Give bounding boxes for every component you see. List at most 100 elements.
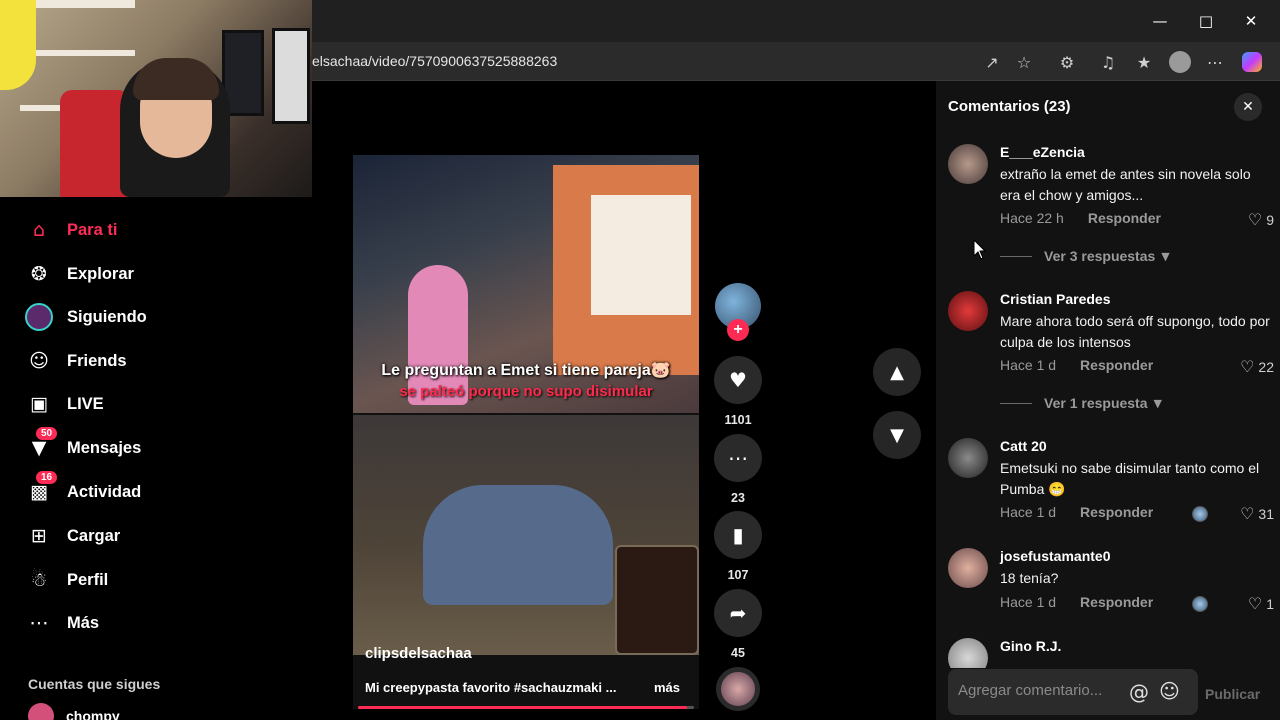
comment-user[interactable]: E___eZencia (1000, 144, 1085, 160)
close-icon[interactable]: ✕ (1228, 8, 1274, 34)
video-player[interactable]: Le preguntan a Emet si tiene pareja🐷 se … (353, 155, 699, 709)
avatar[interactable] (948, 548, 988, 588)
more-dots-icon: ⋯ (29, 612, 49, 634)
like-count: 1101 (724, 413, 752, 427)
video-author[interactable]: clipsdelsachaa (365, 645, 472, 662)
comment-like-count: 9 (1266, 211, 1274, 228)
compass-icon: ❂ (31, 263, 47, 285)
comment-user[interactable]: josefustamante0 (1000, 548, 1110, 564)
favorite-star-icon[interactable]: ☆ (1012, 50, 1036, 74)
following-header: Cuentas que sigues (28, 676, 161, 692)
comment-input[interactable] (958, 682, 1118, 699)
profile-avatar-icon[interactable] (1168, 50, 1192, 74)
live-tv-icon: ▣ (30, 393, 48, 415)
heart-outline-icon: ♡ (1240, 504, 1255, 523)
comment-like-count: 22 (1258, 358, 1274, 375)
sidebar-item-label: Actividad (67, 482, 142, 501)
comment-user[interactable]: Cristian Paredes (1000, 291, 1111, 307)
url-field[interactable]: elsachaa/video/7570900637525888263 (312, 53, 557, 69)
poster-frame (272, 28, 310, 124)
sidebar-item-para-ti[interactable]: ⌂ Para ti (24, 215, 117, 245)
view-replies-button[interactable]: Ver 1 respuesta ▼ (1000, 395, 1162, 411)
sidebar-item-label: Siguiendo (67, 307, 147, 326)
reply-button[interactable]: Responder (1080, 357, 1153, 373)
extensions-icon[interactable]: ⚙ (1055, 50, 1079, 74)
comment-like[interactable]: ♡ 9 (1248, 210, 1274, 229)
reply-button[interactable]: Responder (1080, 504, 1153, 520)
following-account[interactable]: chompy (28, 703, 120, 720)
reply-button[interactable]: Responder (1088, 210, 1161, 226)
avatar[interactable] (948, 144, 988, 184)
screen: — □ ✕ elsachaa/video/7570900637525888263… (0, 0, 1280, 720)
save-action[interactable]: ▮ 107 (714, 511, 762, 582)
chevron-up-icon: ▲ (890, 361, 904, 383)
heart-outline-icon: ♡ (1247, 210, 1263, 229)
maximize-icon[interactable]: □ (1183, 8, 1229, 34)
next-video-button[interactable]: ▼ (873, 411, 921, 459)
comment-text: Emetsuki no sabe disimular tanto como el… (1000, 460, 1260, 497)
sidebar-item-live[interactable]: ▣ LIVE (24, 389, 104, 419)
following-avatar-icon (24, 302, 54, 332)
comment-like-count: 31 (1258, 505, 1274, 522)
avatar[interactable] (948, 291, 988, 331)
comment-icon[interactable]: ⋯ (714, 434, 762, 482)
comment-text: 18 tenía? (1000, 570, 1059, 586)
chevron-down-icon: ▼ (890, 424, 904, 446)
more-button[interactable]: más (654, 680, 680, 695)
sidebar-item-siguiendo[interactable]: Siguiendo (24, 302, 147, 332)
avatar[interactable] (948, 438, 988, 478)
music-disc-icon[interactable] (716, 667, 760, 711)
streamer-hair (133, 58, 219, 100)
sidebar-item-explorar[interactable]: ❂ Explorar (24, 259, 134, 289)
sidebar-item-friends[interactable]: ☺ Friends (24, 346, 127, 376)
comment-user[interactable]: Gino R.J. (1000, 638, 1061, 654)
view-replies-label: Ver 1 respuesta (1044, 395, 1148, 411)
reply-button[interactable]: Responder (1080, 594, 1153, 610)
bookmark-icon[interactable]: ▮ (714, 511, 762, 559)
share-action[interactable]: ➦ 45 (714, 589, 762, 660)
post-button[interactable]: Publicar (1205, 686, 1260, 702)
comment-like[interactable]: ♡ 31 (1240, 504, 1274, 523)
video-progress-bar[interactable] (358, 706, 694, 709)
media-icon[interactable]: ♫ (1096, 50, 1120, 74)
follow-plus-icon[interactable]: + (727, 319, 749, 341)
comments-panel: Comentarios (23) ✕ E___eZencia extraño l… (936, 81, 1280, 720)
minimize-icon[interactable]: — (1137, 8, 1183, 34)
sidebar-item-actividad[interactable]: ▩ 16 Actividad (24, 471, 142, 507)
previous-video-button[interactable]: ▲ (873, 348, 921, 396)
sidebar-item-perfil[interactable]: ☃ Perfil (24, 565, 108, 595)
comment-item: josefustamante0 18 tenía? Hace 1 d Respo… (948, 548, 1274, 613)
webcam-overlay (0, 0, 312, 197)
inbox-icon: ▩ 16 (24, 471, 58, 507)
video-description: Mi creepypasta favorito #sachauzmaki ... (365, 680, 617, 695)
more-menu-icon[interactable]: ⋯ (1203, 50, 1227, 74)
view-replies-label: Ver 3 respuestas (1044, 248, 1156, 264)
comment-meta: Hace 1 d Responder (1000, 357, 1153, 373)
comment-count: 23 (731, 491, 745, 505)
mention-icon[interactable]: @ (1129, 680, 1149, 704)
comment-user[interactable]: Catt 20 (1000, 438, 1047, 454)
comment-action[interactable]: ⋯ 23 (714, 434, 762, 505)
activity-badge: 16 (36, 471, 58, 484)
sidebar-item-cargar[interactable]: ⊞ Cargar (24, 521, 120, 551)
comment-like[interactable]: ♡ 1 (1248, 594, 1274, 613)
open-external-icon[interactable]: ↗ (980, 50, 1004, 74)
chevron-down-icon: ▼ (1153, 396, 1162, 410)
share-icon[interactable]: ➦ (714, 589, 762, 637)
mouse-cursor-icon (973, 239, 987, 260)
heart-icon[interactable]: ♥ (714, 356, 762, 404)
view-replies-button[interactable]: Ver 3 respuestas ▼ (1000, 248, 1170, 264)
emoji-icon[interactable]: ☺ (1159, 679, 1180, 703)
messages-badge: 50 (36, 427, 58, 440)
avatar[interactable] (948, 638, 988, 668)
sidebar: ⌂ Para ti ❂ Explorar Siguiendo ☺ Friends… (0, 197, 312, 720)
sidebar-item-mensajes[interactable]: ▼ 50 Mensajes (24, 427, 141, 463)
favorites-list-icon[interactable]: ★ (1132, 50, 1156, 74)
sidebar-item-mas[interactable]: ⋯ Más (24, 608, 100, 638)
comment-like[interactable]: ♡ 22 (1240, 357, 1274, 376)
avatar (28, 703, 54, 720)
copilot-icon[interactable] (1240, 50, 1264, 74)
like-action[interactable]: ♥ 1101 (714, 356, 762, 427)
close-icon[interactable]: ✕ (1234, 93, 1262, 121)
comment-time: Hace 1 d (1000, 357, 1057, 373)
